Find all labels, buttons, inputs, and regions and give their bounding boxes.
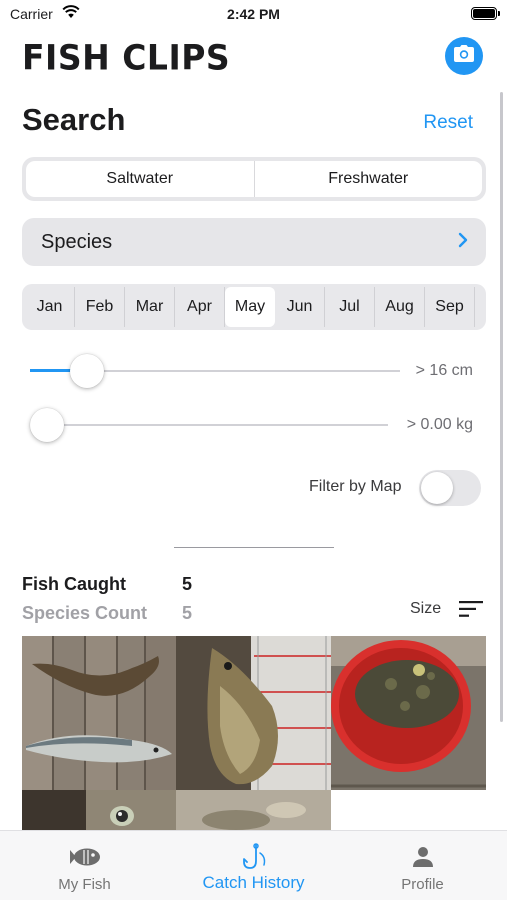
status-bar: Carrier 2:42 PM bbox=[0, 0, 507, 30]
sort-lines-icon[interactable] bbox=[459, 601, 483, 622]
catch-photo[interactable] bbox=[176, 790, 331, 830]
species-count-value: 5 bbox=[182, 603, 193, 623]
weight-slider-thumb[interactable] bbox=[30, 408, 64, 442]
month-picker: Jan Feb Mar Apr May Jun Jul Aug Sep bbox=[22, 284, 486, 330]
fish-icon bbox=[69, 844, 101, 870]
camera-button[interactable] bbox=[445, 37, 483, 75]
app-title: FISH CLIPS bbox=[22, 37, 231, 78]
reset-button[interactable]: Reset bbox=[423, 112, 473, 134]
fishhook-icon bbox=[240, 843, 268, 870]
weight-slider[interactable] bbox=[30, 408, 388, 442]
tab-label: My Fish bbox=[58, 876, 111, 893]
camera-icon bbox=[454, 45, 474, 67]
catch-photo[interactable] bbox=[22, 636, 176, 790]
tab-profile[interactable]: Profile bbox=[338, 831, 507, 900]
length-slider[interactable] bbox=[30, 354, 400, 388]
tab-my-fish[interactable]: My Fish bbox=[0, 831, 169, 900]
species-selector[interactable]: Species bbox=[22, 218, 486, 266]
weight-filter-value: > 0.00 kg bbox=[406, 416, 473, 433]
month-jul[interactable]: Jul bbox=[325, 287, 375, 327]
battery-icon bbox=[471, 7, 500, 20]
clock-time: 2:42 PM bbox=[227, 6, 280, 22]
tab-label: Profile bbox=[401, 876, 444, 893]
weight-slider-track bbox=[30, 424, 388, 426]
length-filter-value: > 16 cm bbox=[415, 362, 473, 379]
catch-photo[interactable] bbox=[22, 790, 176, 830]
month-jan[interactable]: Jan bbox=[25, 287, 75, 327]
fish-caught-value: 5 bbox=[182, 574, 193, 594]
month-mar[interactable]: Mar bbox=[125, 287, 175, 327]
chevron-right-icon bbox=[458, 231, 468, 254]
search-title: Search bbox=[22, 102, 126, 137]
catch-photo[interactable] bbox=[331, 636, 486, 790]
tab-catch-history[interactable]: Catch History bbox=[169, 831, 338, 900]
month-apr[interactable]: Apr bbox=[175, 287, 225, 327]
person-icon bbox=[412, 844, 434, 870]
month-jun[interactable]: Jun bbox=[275, 287, 325, 327]
filter-by-map-label: Filter by Map bbox=[309, 478, 402, 495]
tab-bar: My Fish Catch History Profile bbox=[0, 830, 507, 900]
species-label: Species bbox=[41, 230, 113, 253]
month-sep[interactable]: Sep bbox=[425, 287, 475, 327]
length-slider-thumb[interactable] bbox=[70, 354, 104, 388]
section-divider bbox=[174, 547, 334, 548]
catch-photo[interactable] bbox=[176, 636, 331, 790]
battery-level bbox=[473, 9, 495, 18]
scrollbar[interactable] bbox=[500, 92, 503, 722]
species-count-label: Species Count bbox=[22, 603, 148, 623]
month-may[interactable]: May bbox=[225, 287, 275, 327]
month-feb[interactable]: Feb bbox=[75, 287, 125, 327]
month-aug[interactable]: Aug bbox=[375, 287, 425, 327]
sort-by-label[interactable]: Size bbox=[410, 600, 441, 618]
water-type-segmented-control: Saltwater Freshwater bbox=[22, 157, 486, 201]
freshwater-option[interactable]: Freshwater bbox=[254, 161, 482, 197]
tab-label: Catch History bbox=[202, 873, 305, 892]
fish-caught-label: Fish Caught bbox=[22, 574, 126, 594]
filter-by-map-toggle[interactable] bbox=[419, 470, 481, 506]
saltwater-option[interactable]: Saltwater bbox=[26, 161, 255, 197]
toggle-knob bbox=[421, 472, 453, 504]
